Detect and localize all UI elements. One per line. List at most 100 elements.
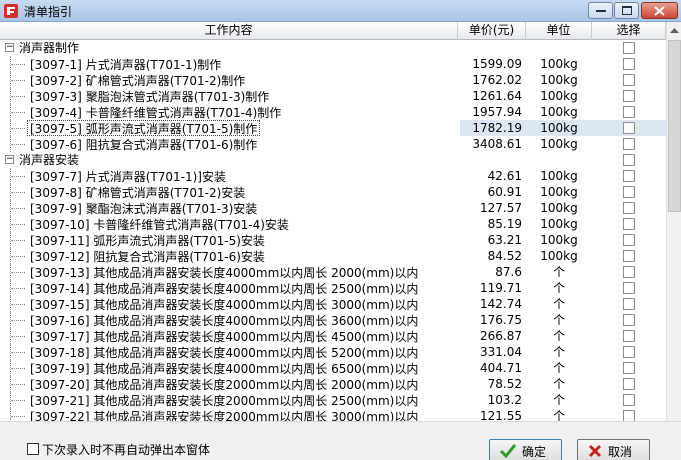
- dont-show-again-checkbox[interactable]: [27, 443, 39, 455]
- item-price: 87.6: [495, 265, 522, 279]
- item-row[interactable]: [3097-12] 阻抗复合式消声器(T701-6)安装 84.52 100kg: [0, 248, 666, 264]
- item-name-cell[interactable]: [3097-7] 片式消声器(T701-1)]安装: [27, 168, 229, 184]
- item-row[interactable]: [3097-16] 其他成品消声器安装长度4000mm以内周长 3600(mm)…: [0, 312, 666, 328]
- group-select-checkbox[interactable]: [623, 42, 635, 54]
- group-row[interactable]: − 消声器制作: [0, 40, 666, 56]
- item-code: [3097-10]: [30, 218, 90, 232]
- item-row[interactable]: [3097-4] 卡普隆纤维管式消声器(T701-4)制作 1957.94 100k…: [0, 104, 666, 120]
- item-select-checkbox[interactable]: [623, 234, 635, 246]
- item-select-checkbox[interactable]: [623, 170, 635, 182]
- item-select-checkbox[interactable]: [623, 74, 635, 86]
- maximize-icon: [621, 6, 632, 15]
- column-header-price[interactable]: 单价(元): [458, 22, 526, 40]
- item-row[interactable]: [3097-19] 其他成品消声器安装长度4000mm以内周长 6500(mm)…: [0, 360, 666, 376]
- close-button[interactable]: [641, 2, 678, 19]
- item-name-cell[interactable]: [3097-1] 片式消声器(T701-1)制作: [27, 56, 224, 72]
- item-name-cell[interactable]: [3097-17] 其他成品消声器安装长度4000mm以内周长 4500(mm)…: [27, 328, 421, 344]
- item-row[interactable]: [3097-10] 卡普隆纤维管式消声器(T701-4)安装 85.19 100kg: [0, 216, 666, 232]
- item-row[interactable]: [3097-15] 其他成品消声器安装长度4000mm以内周长 3000(mm)…: [0, 296, 666, 312]
- item-select-checkbox[interactable]: [623, 138, 635, 150]
- item-name-cell[interactable]: [3097-15] 其他成品消声器安装长度4000mm以内周长 3000(mm)…: [27, 296, 421, 312]
- item-price: 266.87: [480, 329, 522, 343]
- item-row[interactable]: [3097-20] 其他成品消声器安装长度2000mm以内周长 2000(mm)…: [0, 376, 666, 392]
- item-select-checkbox[interactable]: [623, 106, 635, 118]
- dont-show-again-label[interactable]: 下次录入时不再自动弹出本窗体: [42, 441, 210, 458]
- item-name-cell[interactable]: [3097-13] 其他成品消声器安装长度4000mm以内周长 2000(mm)…: [27, 264, 421, 280]
- item-name-cell[interactable]: [3097-2] 矿棉管式消声器(T701-2)制作: [27, 72, 248, 88]
- item-select-checkbox[interactable]: [623, 202, 635, 214]
- item-select-checkbox[interactable]: [623, 282, 635, 294]
- item-row[interactable]: [3097-3] 聚脂泡沫管式消声器(T701-3)制作 1261.64 100kg: [0, 88, 666, 104]
- item-name-cell[interactable]: [3097-18] 其他成品消声器安装长度4000mm以内周长 5200(mm)…: [27, 344, 421, 360]
- cancel-button[interactable]: 取消: [577, 439, 650, 460]
- item-row[interactable]: [3097-2] 矿棉管式消声器(T701-2)制作 1762.02 100kg: [0, 72, 666, 88]
- item-select-checkbox[interactable]: [623, 90, 635, 102]
- item-row[interactable]: [3097-7] 片式消声器(T701-1)]安装 42.61 100kg: [0, 168, 666, 184]
- tree-connector: [11, 240, 25, 241]
- item-select-checkbox[interactable]: [623, 58, 635, 70]
- item-name-cell[interactable]: [3097-12] 阻抗复合式消声器(T701-6)安装: [27, 248, 268, 264]
- item-unit: 100kg: [540, 201, 578, 215]
- item-select-checkbox[interactable]: [623, 186, 635, 198]
- item-row[interactable]: [3097-13] 其他成品消声器安装长度4000mm以内周长 2000(mm)…: [0, 264, 666, 280]
- item-name-cell[interactable]: [3097-3] 聚脂泡沫管式消声器(T701-3)制作: [27, 88, 272, 104]
- item-row[interactable]: [3097-18] 其他成品消声器安装长度4000mm以内周长 5200(mm)…: [0, 344, 666, 360]
- item-row[interactable]: [3097-8] 矿棉管式消声器(T701-2)安装 60.91 100kg: [0, 184, 666, 200]
- item-row[interactable]: [3097-9] 聚酯泡沫式消声器(T701-3)安装 127.57 100kg: [0, 200, 666, 216]
- item-row[interactable]: [3097-21] 其他成品消声器安装长度2000mm以内周长 2500(mm)…: [0, 392, 666, 408]
- item-name-cell[interactable]: [3097-5] 弧形声流式消声器(T701-5)制作: [27, 120, 261, 136]
- item-select-checkbox[interactable]: [623, 266, 635, 278]
- title-bar[interactable]: 清单指引: [0, 0, 681, 22]
- minimize-button[interactable]: [588, 2, 613, 19]
- item-row[interactable]: [3097-6] 阻抗复合式消声器(T701-6)制作 3408.61 100kg: [0, 136, 666, 152]
- column-header-select[interactable]: 选择: [592, 22, 666, 40]
- item-name-cell[interactable]: [3097-10] 卡普隆纤维管式消声器(T701-4)安装: [27, 216, 292, 232]
- item-select-checkbox[interactable]: [623, 122, 635, 134]
- item-name-cell[interactable]: [3097-22] 其他成品消声器安装长度2000mm以内周长 3000(mm)…: [27, 408, 421, 421]
- item-list[interactable]: − 消声器制作 [3097-1] 片式消声器(T701-1)制作 1599.09 100…: [0, 40, 666, 421]
- scrollbar-thumb[interactable]: [668, 40, 681, 212]
- item-name-cell[interactable]: [3097-11] 弧形声流式消声器(T701-5)安装: [27, 232, 268, 248]
- item-name-cell[interactable]: [3097-20] 其他成品消声器安装长度2000mm以内周长 2000(mm)…: [27, 376, 421, 392]
- item-name: 矿棉管式消声器(T701-2)制作: [85, 74, 246, 88]
- maximize-button[interactable]: [614, 2, 639, 19]
- group-select-checkbox[interactable]: [623, 154, 635, 166]
- item-name-cell[interactable]: [3097-16] 其他成品消声器安装长度4000mm以内周长 3600(mm)…: [27, 312, 421, 328]
- vertical-scrollbar[interactable]: [666, 22, 681, 421]
- item-select-checkbox[interactable]: [623, 410, 635, 421]
- group-row[interactable]: − 消声器安装: [0, 152, 666, 168]
- item-select-checkbox[interactable]: [623, 362, 635, 374]
- item-select-checkbox[interactable]: [623, 314, 635, 326]
- group-label: 消声器制作: [19, 41, 80, 55]
- item-row[interactable]: [3097-5] 弧形声流式消声器(T701-5)制作 1782.19 100kg: [0, 120, 666, 136]
- item-row[interactable]: [3097-1] 片式消声器(T701-1)制作 1599.09 100kg: [0, 56, 666, 72]
- item-row[interactable]: [3097-11] 弧形声流式消声器(T701-5)安装 63.21 100kg: [0, 232, 666, 248]
- scroll-up-button[interactable]: [667, 22, 681, 39]
- item-select-checkbox[interactable]: [623, 330, 635, 342]
- item-name-cell[interactable]: [3097-14] 其他成品消声器安装长度4000mm以内周长 2500(mm)…: [27, 280, 421, 296]
- item-select-checkbox[interactable]: [623, 346, 635, 358]
- tree-connector: [11, 192, 25, 193]
- item-select-checkbox[interactable]: [623, 394, 635, 406]
- item-row[interactable]: [3097-22] 其他成品消声器安装长度2000mm以内周长 3000(mm)…: [0, 408, 666, 421]
- item-name-cell[interactable]: [3097-21] 其他成品消声器安装长度2000mm以内周长 2500(mm)…: [27, 392, 421, 408]
- item-name-cell[interactable]: [3097-6] 阻抗复合式消声器(T701-6)制作: [27, 136, 260, 152]
- column-header-unit[interactable]: 单位: [526, 22, 592, 40]
- item-row[interactable]: [3097-17] 其他成品消声器安装长度4000mm以内周长 4500(mm)…: [0, 328, 666, 344]
- item-name-cell[interactable]: [3097-4] 卡普隆纤维管式消声器(T701-4)制作: [27, 104, 284, 120]
- item-select-checkbox[interactable]: [623, 298, 635, 310]
- item-name-cell[interactable]: [3097-19] 其他成品消声器安装长度4000mm以内周长 6500(mm)…: [27, 360, 421, 376]
- minimize-icon: [595, 9, 606, 12]
- item-row[interactable]: [3097-14] 其他成品消声器安装长度4000mm以内周长 2500(mm)…: [0, 280, 666, 296]
- item-code: [3097-20]: [30, 378, 90, 392]
- collapse-icon[interactable]: −: [5, 155, 14, 164]
- tree-connector: [11, 176, 25, 177]
- collapse-icon[interactable]: −: [5, 43, 14, 52]
- item-select-checkbox[interactable]: [623, 250, 635, 262]
- item-name-cell[interactable]: [3097-9] 聚酯泡沫式消声器(T701-3)安装: [27, 200, 260, 216]
- ok-button[interactable]: 确定: [489, 439, 562, 460]
- item-name-cell[interactable]: [3097-8] 矿棉管式消声器(T701-2)安装: [27, 184, 248, 200]
- item-select-checkbox[interactable]: [623, 378, 635, 390]
- column-header-name[interactable]: 工作内容: [0, 22, 458, 40]
- item-select-checkbox[interactable]: [623, 218, 635, 230]
